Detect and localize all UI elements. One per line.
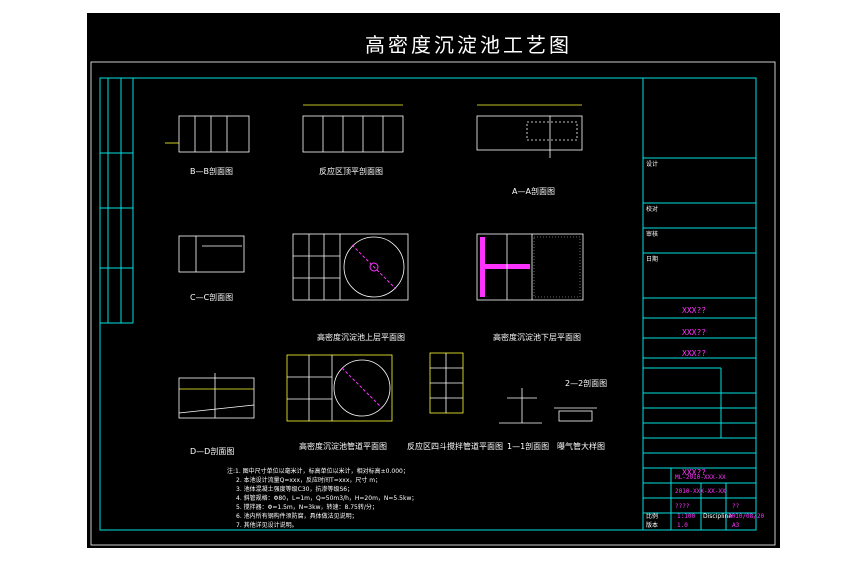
view-upper-plan: 高密度沉淀池上层平面图 xyxy=(292,233,409,342)
tb-scale-label: 比例 xyxy=(646,512,658,520)
tb-reviewed: 审核 xyxy=(646,230,658,238)
view-plan-section: 反应区顶平剖面图 xyxy=(302,104,404,176)
view-cc-section: C—C剖面图 xyxy=(178,235,245,302)
view-pipe-plan: 高密度沉淀池管道平面图 xyxy=(286,354,393,451)
note-2: 2. 本池设计流量Q=xxx，反应时间T=xxx，尺寸 m； xyxy=(236,476,381,484)
label-dd: D—D剖面图 xyxy=(190,446,234,456)
view-lower-plan: 高密度沉淀池下层平面图 xyxy=(476,233,584,342)
tb-designed: 设计 xyxy=(646,160,658,168)
outer-frame xyxy=(90,61,776,546)
tb-project: XXX?? xyxy=(682,306,706,315)
note-1: 注:1. 图中尺寸单位以毫米计，标高单位以米计，相对标高±0.000； xyxy=(227,467,409,475)
tb-drawing-no: ML-2010-XXX-XX xyxy=(675,474,726,481)
label-plan-section: 反应区顶平剖面图 xyxy=(319,166,383,176)
drawing-viewport[interactable]: 高密度沉淀池工艺图 XXX?? XXX?? XXX?? XXX?? ML-201… xyxy=(87,13,780,548)
note-7: 7. 其他详见设计说明。 xyxy=(236,521,298,529)
tb-field-b: ?? xyxy=(732,503,740,510)
title-block-frame xyxy=(642,78,756,530)
left-revision-strip xyxy=(100,78,134,324)
view-pipe-section: 1—1剖面图 xyxy=(499,388,549,451)
label-pipe-section: 1—1剖面图 xyxy=(507,441,549,451)
note-4: 4. 斜管规格：Φ80，L=1m，Q=50m3/h，H=20m，N=5.5kw； xyxy=(236,494,417,502)
title-block-text: XXX?? XXX?? XXX?? XXX?? ML-2010-XXX-XX 2… xyxy=(646,160,765,529)
label-upper-plan: 高密度沉淀池上层平面图 xyxy=(317,332,405,342)
tb-size-value: A3 xyxy=(732,522,740,529)
tb-scale-value: 1:100 xyxy=(677,513,695,520)
note-6: 6. 池内所有钢构件须防腐，具体做法见说明； xyxy=(236,512,358,520)
label-mixer-detail: 反应区四斗搅拌管道平面图 xyxy=(407,441,503,451)
label-aeration: 曝气管大样图 xyxy=(557,441,605,451)
tb-field-a: ???? xyxy=(675,503,690,510)
tb-version-value: 1.0 xyxy=(677,522,688,529)
label-bb: B—B剖面图 xyxy=(190,166,233,176)
label-section22: 2—2剖面图 xyxy=(565,378,607,388)
tb-project-no: 2010-XXX-XX-XX xyxy=(675,488,726,495)
view-dd-section: D—D剖面图 xyxy=(178,373,255,456)
tb-date-value: 2010/08/20 xyxy=(728,513,765,520)
design-notes: 注:1. 图中尺寸单位以毫米计，标高单位以米计，相对标高±0.000； 2. 本… xyxy=(227,467,417,529)
view-aa-section: A—A剖面图 xyxy=(476,104,583,196)
label-aa: A—A剖面图 xyxy=(512,186,555,196)
tb-sub-project: XXX?? xyxy=(682,328,706,337)
inner-frame xyxy=(99,77,757,531)
view-aeration-detail: 2—2剖面图 曝气管大样图 xyxy=(554,378,607,451)
tb-version-label: 版本 xyxy=(646,521,658,529)
tb-checked: 校对 xyxy=(646,205,658,213)
tb-date: 日期 xyxy=(646,255,658,263)
label-pipe-plan: 高密度沉淀池管道平面图 xyxy=(299,441,387,451)
drawing-sheet: XXX?? XXX?? XXX?? XXX?? ML-2010-XXX-XX 2… xyxy=(90,61,776,546)
note-3: 3. 池体混凝土强度等级C30，抗渗等级S6； xyxy=(236,485,353,493)
tb-client: XXX?? xyxy=(682,349,706,358)
label-lower-plan: 高密度沉淀池下层平面图 xyxy=(493,332,581,342)
view-bb-section: B—B剖面图 xyxy=(165,115,250,176)
view-mixer-detail: 反应区四斗搅拌管道平面图 xyxy=(407,352,503,451)
label-cc: C—C剖面图 xyxy=(190,292,233,302)
note-5: 5. 搅拌器：Φ=1.5m，N=3kw，转速：8.75转/分； xyxy=(236,503,378,511)
